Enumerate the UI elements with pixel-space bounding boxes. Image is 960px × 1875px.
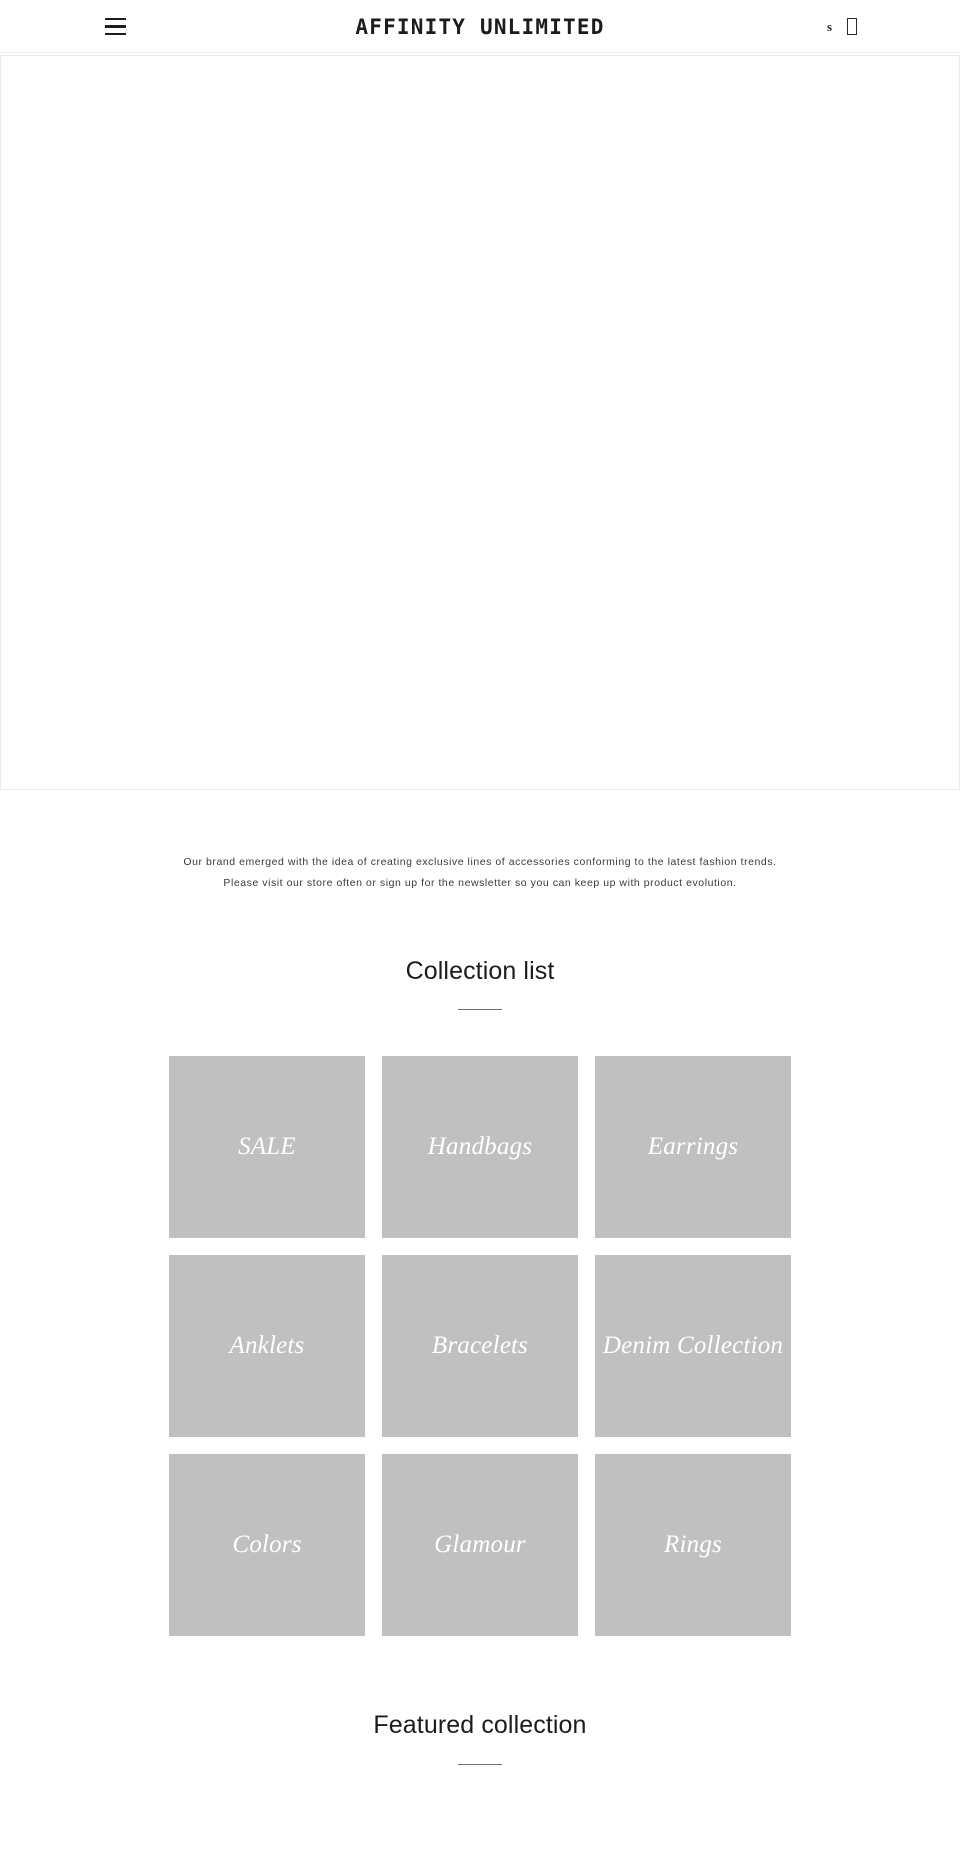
collection-card-colors[interactable]: Colors bbox=[169, 1454, 365, 1637]
collection-card-glamour[interactable]: Glamour bbox=[382, 1454, 578, 1637]
hero-image bbox=[0, 55, 960, 790]
featured-collection-section: Featured collection bbox=[0, 1636, 960, 1804]
hamburger-bar-middle bbox=[104, 25, 126, 28]
collection-card-title: Rings bbox=[664, 1530, 722, 1558]
site-title-wrap: AFFINITY UNLIMITED bbox=[0, 0, 960, 53]
featured-collection-header: Featured collection bbox=[0, 1636, 960, 1804]
shopping-cart-icon[interactable] bbox=[844, 16, 860, 38]
collection-card-sale[interactable]: SALE bbox=[169, 1056, 365, 1239]
collection-card-title: SALE bbox=[238, 1132, 296, 1160]
page-root: AFFINITY UNLIMITED s Our brand emerged w… bbox=[0, 0, 960, 1875]
header-left-group bbox=[100, 0, 130, 53]
collection-card-handbags[interactable]: Handbags bbox=[382, 1056, 578, 1239]
collection-card-title: Handbags bbox=[427, 1132, 533, 1160]
header-right-group: s bbox=[825, 0, 860, 53]
site-title-link[interactable]: AFFINITY UNLIMITED bbox=[355, 15, 604, 39]
hamburger-bar-top bbox=[104, 17, 126, 21]
collection-card-anklets[interactable]: Anklets bbox=[169, 1255, 365, 1438]
collection-card-earrings[interactable]: Earrings bbox=[595, 1056, 791, 1239]
collection-card-title: Denim Collection bbox=[602, 1331, 784, 1359]
cart-glyph-box bbox=[847, 18, 857, 35]
collection-list-header: Collection list bbox=[0, 894, 960, 1011]
collection-card-title: Earrings bbox=[647, 1132, 739, 1160]
hamburger-menu-icon[interactable] bbox=[100, 12, 130, 42]
collection-card-title: Bracelets bbox=[431, 1331, 529, 1359]
section-divider bbox=[458, 1763, 502, 1765]
collection-card-denim-collection[interactable]: Denim Collection bbox=[595, 1255, 791, 1438]
collection-card-title: Anklets bbox=[229, 1331, 305, 1359]
collection-card-bracelets[interactable]: Bracelets bbox=[382, 1255, 578, 1438]
section-divider bbox=[458, 1009, 502, 1011]
hamburger-bar-bottom bbox=[104, 32, 126, 36]
page-title-collection-list: Collection list bbox=[405, 957, 555, 985]
page-title-featured-collection: Featured collection bbox=[373, 1711, 587, 1740]
site-header: AFFINITY UNLIMITED s bbox=[0, 0, 960, 53]
search-icon[interactable]: s bbox=[825, 20, 834, 33]
intro-paragraph: Our brand emerged with the idea of creat… bbox=[183, 856, 777, 889]
collection-list-section: Collection list SALE Handbags Earrings A… bbox=[0, 894, 960, 1637]
collection-card-title: Glamour bbox=[434, 1530, 526, 1558]
collection-card-rings[interactable]: Rings bbox=[595, 1454, 791, 1637]
collection-grid: SALE Handbags Earrings Anklets Bracelets… bbox=[169, 1056, 791, 1637]
collection-card-title: Colors bbox=[232, 1530, 302, 1558]
intro-section: Our brand emerged with the idea of creat… bbox=[0, 790, 960, 894]
